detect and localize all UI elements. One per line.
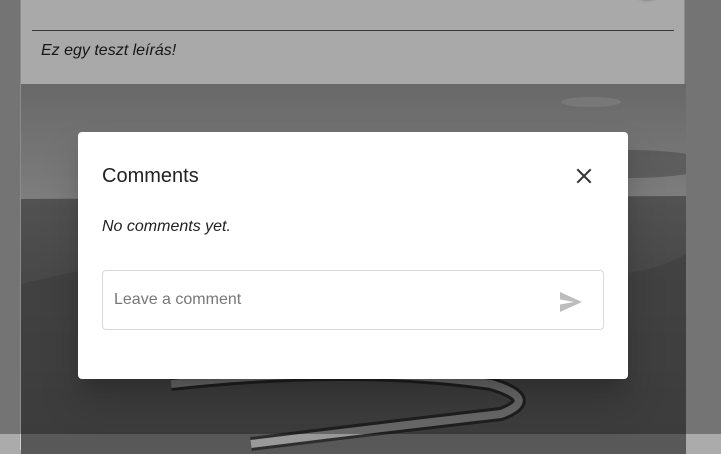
dialog-title: Comments bbox=[102, 165, 199, 187]
comments-dialog: Comments No comments yet. bbox=[78, 132, 628, 379]
send-icon bbox=[560, 292, 582, 312]
no-comments-message: No comments yet. bbox=[102, 218, 231, 235]
close-button[interactable] bbox=[568, 160, 600, 192]
comment-input[interactable] bbox=[103, 271, 543, 329]
send-button[interactable] bbox=[555, 286, 587, 318]
comment-field bbox=[102, 270, 604, 330]
close-icon bbox=[576, 168, 592, 184]
